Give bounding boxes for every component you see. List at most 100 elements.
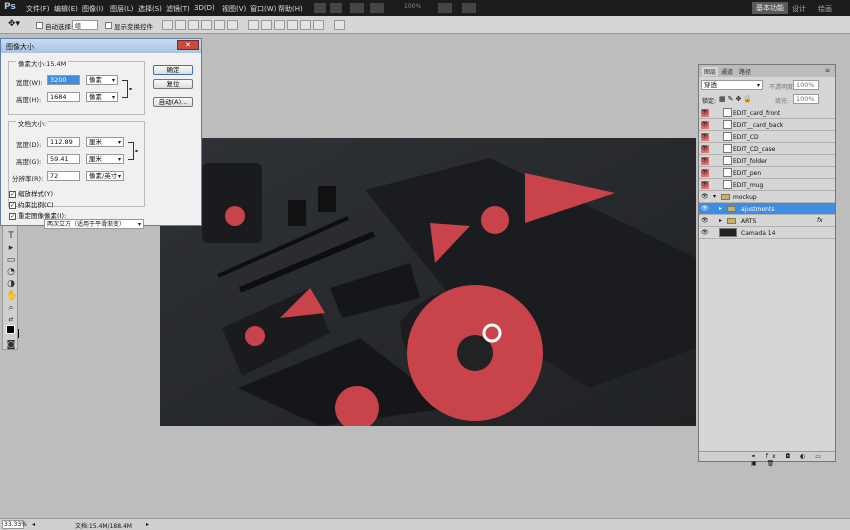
auto-button[interactable]: 自动(A)...	[153, 97, 193, 107]
constrain-proportions-checkbox[interactable]: ✓ 约束比例(C)	[9, 199, 54, 209]
status-nav-icon[interactable]: ◂	[32, 521, 35, 528]
blend-mode-select[interactable]: 穿透	[701, 80, 763, 90]
layer-group-row[interactable]: 👁 ▸ ARTS fx	[699, 215, 835, 227]
doc-height-unit-select[interactable]: 厘米	[86, 154, 124, 164]
doc-height-input[interactable]: 59.41	[47, 154, 80, 164]
type-tool-icon[interactable]: T	[6, 231, 16, 241]
menu-select[interactable]: 选择(S)	[138, 4, 162, 14]
move-tool-icon[interactable]: ✥▾	[8, 19, 20, 29]
distribute-right-icon[interactable]	[313, 20, 324, 30]
eye-icon[interactable]: 👁	[701, 193, 709, 201]
close-icon[interactable]: ✕	[177, 40, 199, 50]
menu-window[interactable]: 窗口(W)	[250, 4, 276, 14]
eye-icon[interactable]: 👁	[701, 157, 709, 165]
eye-icon[interactable]: 👁	[701, 121, 709, 129]
bridge-icon[interactable]	[314, 3, 326, 13]
auto-select-dropdown[interactable]: 组	[72, 20, 98, 30]
reset-button[interactable]: 复位	[153, 79, 193, 89]
quick-mask-icon[interactable]: ◙	[6, 340, 16, 350]
doc-width-input[interactable]: 112.89	[47, 137, 80, 147]
eye-icon[interactable]: 👁	[701, 133, 709, 141]
menu-help[interactable]: 帮助(H)	[278, 4, 303, 14]
menu-filter[interactable]: 滤镜(T)	[166, 4, 190, 14]
eye-icon[interactable]: 👁	[701, 181, 709, 189]
zoom-tool-icon[interactable]	[370, 3, 384, 13]
foreground-color[interactable]	[6, 325, 15, 334]
distribute-bottom-icon[interactable]	[274, 20, 285, 30]
tab-channels[interactable]: 通道	[721, 67, 733, 76]
layer-row[interactable]: 👁 EDIT_card_front	[699, 107, 835, 119]
zoom-level[interactable]: 100%	[404, 3, 421, 13]
doc-width-unit-select[interactable]: 厘米	[86, 137, 124, 147]
collapse-arrow-icon[interactable]: ▸	[719, 217, 722, 224]
show-transform-checkbox[interactable]	[105, 21, 112, 29]
width-unit-select[interactable]: 像素	[86, 75, 118, 85]
tab-paths[interactable]: 路径	[739, 67, 751, 76]
status-arrow-icon[interactable]: ▸	[146, 521, 149, 528]
screen-mode-icon[interactable]	[462, 3, 476, 13]
layer-row[interactable]: 👁 EDIT_CD	[699, 131, 835, 143]
eye-icon[interactable]: 👁	[701, 205, 709, 213]
layer-row[interactable]: 👁 EDIT_CD_case	[699, 143, 835, 155]
fx-icon[interactable]: fx	[817, 217, 823, 224]
align-top-icon[interactable]	[162, 20, 173, 30]
layer-group-row[interactable]: 👁 ▾ mockup	[699, 191, 835, 203]
eye-icon[interactable]: 👁	[701, 109, 709, 117]
resample-method-select[interactable]: 两次立方（适用于平滑渐变）	[44, 219, 144, 229]
workspace-design[interactable]: 设计	[792, 4, 806, 14]
menu-file[interactable]: 文件(F)	[26, 4, 50, 14]
distribute-left-icon[interactable]	[287, 20, 298, 30]
eye-icon[interactable]: 👁	[701, 229, 709, 237]
layer-group-row-selected[interactable]: 👁 ▸ ajustments	[699, 203, 835, 215]
align-hcenter-icon[interactable]	[214, 20, 225, 30]
collapse-arrow-icon[interactable]: ▸	[719, 205, 722, 212]
distribute-vcenter-icon[interactable]	[261, 20, 272, 30]
align-bottom-icon[interactable]	[188, 20, 199, 30]
document-canvas[interactable]	[160, 138, 696, 426]
layer-row[interactable]: 👁 EDIT__card_back	[699, 119, 835, 131]
arrange-documents-icon[interactable]	[438, 3, 452, 13]
rectangle-tool-icon[interactable]: ▭	[6, 255, 16, 265]
workspace-painting[interactable]: 绘画	[818, 4, 832, 14]
swap-colors-icon[interactable]: ⇄	[6, 315, 16, 325]
height-input[interactable]: 1684	[47, 92, 80, 102]
hand-tool-icon[interactable]: ✋	[6, 291, 17, 301]
3d-orbit-icon[interactable]: ◑	[6, 279, 16, 289]
opacity-input[interactable]: 100%	[793, 80, 819, 90]
resolution-input[interactable]: 72	[47, 171, 80, 181]
mini-bridge-icon[interactable]	[330, 3, 342, 13]
tab-layers[interactable]: 图层	[702, 67, 719, 76]
dialog-title-bar[interactable]: 图像大小	[1, 39, 201, 53]
menu-layer[interactable]: 图层(L)	[110, 4, 133, 14]
menu-3d[interactable]: 3D(D)	[194, 4, 215, 12]
distribute-top-icon[interactable]	[248, 20, 259, 30]
scale-styles-checkbox[interactable]: ✓ 缩放样式(Y)	[9, 188, 53, 198]
layer-row[interactable]: 👁 EDIT_pen	[699, 167, 835, 179]
align-right-icon[interactable]	[227, 20, 238, 30]
view-extras-icon[interactable]	[350, 3, 364, 13]
layer-actions-icons[interactable]: ⚭ fx ◘ ◐ ▭ ▣ 🗑	[751, 453, 835, 467]
align-left-icon[interactable]	[201, 20, 212, 30]
layer-row[interactable]: 👁 EDIT_mug	[699, 179, 835, 191]
ok-button[interactable]: 确定	[153, 65, 193, 75]
path-selection-icon[interactable]: ▸	[6, 243, 16, 253]
resolution-unit-select[interactable]: 像素/英寸	[86, 171, 124, 181]
distribute-hcenter-icon[interactable]	[300, 20, 311, 30]
width-input[interactable]: 3200	[47, 75, 80, 85]
layer-row[interactable]: 👁 EDIT_folder	[699, 155, 835, 167]
menu-view[interactable]: 视图(V)	[222, 4, 246, 14]
eye-icon[interactable]: 👁	[701, 145, 709, 153]
auto-select-checkbox[interactable]	[36, 21, 43, 29]
auto-align-icon[interactable]	[334, 20, 345, 30]
menu-edit[interactable]: 编辑(E)	[54, 4, 78, 14]
eye-icon[interactable]: 👁	[701, 217, 709, 225]
zoom-tool-icon-left[interactable]: ⌕	[6, 303, 16, 313]
zoom-input[interactable]: 33.33%	[2, 520, 27, 529]
panel-menu-icon[interactable]: ≡	[825, 67, 830, 74]
height-unit-select[interactable]: 像素	[86, 92, 118, 102]
expand-arrow-icon[interactable]: ▾	[713, 193, 716, 200]
workspace-essentials[interactable]: 基本功能	[752, 2, 788, 14]
3d-rotate-icon[interactable]: ◔	[6, 267, 16, 277]
lock-icons[interactable]: ▦✎✥🔒	[719, 95, 754, 103]
align-vcenter-icon[interactable]	[175, 20, 186, 30]
